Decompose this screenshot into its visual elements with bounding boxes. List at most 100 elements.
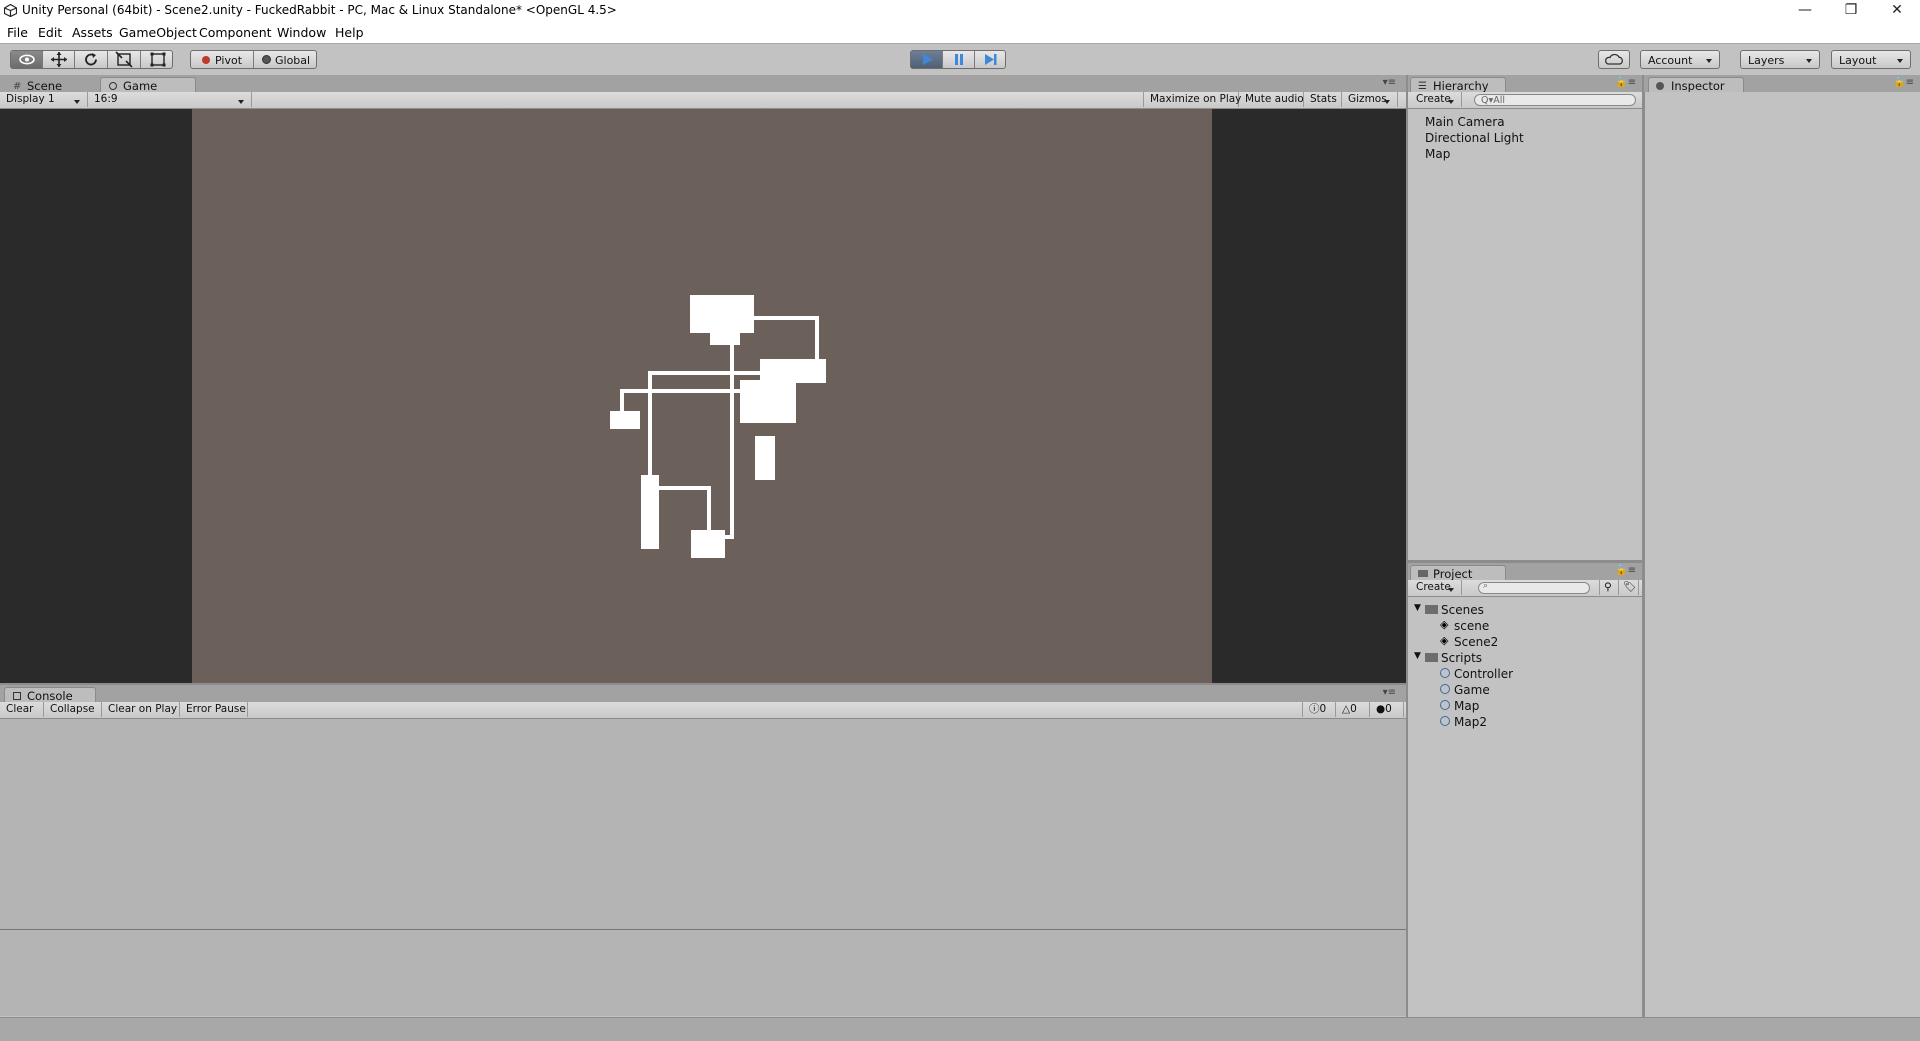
- inspector-tabstrip: Inspector 🔒≡: [1644, 75, 1920, 95]
- layers-dropdown[interactable]: Layers: [1740, 50, 1820, 69]
- display-select-value: Display 1: [6, 93, 55, 105]
- project-search-input[interactable]: ⌕: [1478, 581, 1590, 594]
- clear-button[interactable]: Clear: [0, 702, 44, 717]
- info-icon: [1656, 82, 1664, 90]
- move-tool-button[interactable]: [43, 51, 75, 68]
- global-toggle[interactable]: Global: [254, 51, 318, 68]
- hand-tool-button[interactable]: [11, 51, 43, 68]
- menu-component[interactable]: Component: [199, 25, 272, 40]
- hierarchy-tabstrip: ☰ Hierarchy 🔒≡: [1408, 75, 1642, 95]
- panel-divider[interactable]: [1406, 75, 1408, 1017]
- collab-cloud-button[interactable]: [1598, 50, 1630, 69]
- menu-help[interactable]: Help: [335, 25, 364, 40]
- maximize-on-play-toggle[interactable]: Maximize on Play: [1143, 92, 1241, 107]
- panel-divider[interactable]: [1642, 75, 1644, 1017]
- project-tabstrip: Project 🔒≡: [1408, 563, 1642, 583]
- pivot-icon: [202, 56, 210, 64]
- account-label: Account: [1648, 54, 1693, 67]
- asset-map2[interactable]: Map2: [1454, 715, 1487, 729]
- collapse-toggle[interactable]: Collapse: [44, 702, 102, 717]
- stats-toggle[interactable]: Stats: [1304, 92, 1342, 107]
- hierarchy-item-map[interactable]: Map: [1425, 147, 1450, 161]
- window-title: Unity Personal (64bit) - Scene2.unity - …: [22, 3, 617, 17]
- play-button[interactable]: [911, 51, 943, 68]
- step-button[interactable]: [975, 51, 1007, 68]
- panel-divider[interactable]: [0, 683, 1406, 685]
- aspect-select[interactable]: 16:9: [88, 92, 252, 107]
- move-arrows-icon: [50, 52, 67, 67]
- project-tree: ▼ Scenes ◈ scene ◈ Scene2 ▼ Scripts Cont…: [1408, 597, 1642, 1017]
- console-detail-pane[interactable]: [0, 930, 1406, 1016]
- asset-map[interactable]: Map: [1454, 699, 1479, 713]
- minimize-button[interactable]: —: [1782, 0, 1828, 22]
- maximize-button[interactable]: ❐: [1828, 0, 1874, 22]
- layout-label: Layout: [1839, 54, 1877, 67]
- status-bar: [0, 1017, 1920, 1041]
- panel-menu-icon[interactable]: ▾≡: [1383, 687, 1396, 698]
- csharp-script-icon: [1440, 716, 1450, 726]
- cloud-icon: [1604, 53, 1623, 65]
- rotate-icon: [85, 53, 97, 66]
- game-viewport[interactable]: [0, 109, 1406, 683]
- globe-icon: [262, 55, 271, 64]
- close-button[interactable]: ✕: [1874, 0, 1920, 22]
- folder-scenes[interactable]: Scenes: [1441, 603, 1484, 617]
- console-tabstrip: Console ▾≡: [0, 685, 1406, 705]
- layers-label: Layers: [1748, 54, 1785, 67]
- hierarchy-create-dropdown[interactable]: Create: [1410, 92, 1462, 107]
- csharp-script-icon: [1440, 700, 1450, 710]
- hierarchy-search-input[interactable]: Q▾All: [1474, 94, 1636, 106]
- warning-count-toggle[interactable]: △0: [1336, 702, 1370, 717]
- rect-tool-button[interactable]: [141, 51, 174, 68]
- info-count: 0: [1319, 703, 1327, 715]
- corridor: [752, 316, 819, 361]
- error-pause-toggle[interactable]: Error Pause: [180, 702, 248, 717]
- console-log-list[interactable]: [0, 719, 1406, 930]
- display-select[interactable]: Display 1: [0, 92, 88, 107]
- error-count-toggle[interactable]: ●0: [1370, 702, 1404, 717]
- lock-icon[interactable]: 🔒≡: [1615, 77, 1636, 88]
- scale-tool-button[interactable]: [108, 51, 141, 68]
- menu-window[interactable]: Window: [277, 25, 326, 40]
- asset-scene[interactable]: scene: [1454, 619, 1489, 633]
- clear-on-play-toggle[interactable]: Clear on Play: [102, 702, 180, 717]
- rotate-tool-button[interactable]: [75, 51, 108, 68]
- pivot-label: Pivot: [215, 54, 243, 67]
- pause-icon: [954, 54, 963, 65]
- mute-audio-toggle[interactable]: Mute audio: [1239, 92, 1304, 107]
- asset-game[interactable]: Game: [1454, 683, 1490, 697]
- info-count-toggle[interactable]: ⓘ0: [1302, 702, 1336, 717]
- expand-arrow-icon[interactable]: ▼: [1414, 651, 1421, 661]
- lock-icon[interactable]: 🔒≡: [1615, 565, 1636, 576]
- pivot-toggle[interactable]: Pivot: [191, 51, 254, 68]
- game-render-area[interactable]: [192, 109, 1212, 683]
- hierarchy-item-main-camera[interactable]: Main Camera: [1425, 115, 1505, 129]
- filter-by-label-button[interactable]: 🏷: [1619, 580, 1639, 595]
- global-label: Global: [275, 54, 311, 67]
- csharp-script-icon: [1440, 684, 1450, 694]
- gizmos-dropdown[interactable]: Gizmos: [1342, 92, 1398, 107]
- hierarchy-item-directional-light[interactable]: Directional Light: [1425, 131, 1524, 145]
- room: [641, 475, 659, 549]
- asset-controller[interactable]: Controller: [1454, 667, 1513, 681]
- menu-file[interactable]: File: [7, 25, 28, 40]
- panel-menu-icon[interactable]: ▾≡: [1383, 77, 1396, 88]
- project-create-dropdown[interactable]: Create: [1410, 580, 1462, 595]
- account-dropdown[interactable]: Account: [1640, 50, 1720, 69]
- panel-divider[interactable]: [1408, 560, 1642, 563]
- layout-dropdown[interactable]: Layout: [1831, 50, 1911, 69]
- play-icon: [922, 54, 933, 65]
- tab-project-label: Project: [1433, 567, 1473, 581]
- pause-button[interactable]: [943, 51, 975, 68]
- menu-edit[interactable]: Edit: [38, 25, 62, 40]
- lock-icon[interactable]: 🔒≡: [1893, 77, 1914, 88]
- expand-arrow-icon[interactable]: ▼: [1414, 603, 1421, 613]
- menu-assets[interactable]: Assets: [72, 25, 113, 40]
- menu-gameobject[interactable]: GameObject: [119, 25, 197, 40]
- tab-inspector-label: Inspector: [1671, 79, 1725, 93]
- asset-scene2[interactable]: Scene2: [1454, 635, 1498, 649]
- filter-by-type-button[interactable]: ⚲: [1599, 580, 1619, 595]
- room: [710, 331, 740, 345]
- folder-scripts[interactable]: Scripts: [1441, 651, 1482, 665]
- room: [760, 359, 826, 383]
